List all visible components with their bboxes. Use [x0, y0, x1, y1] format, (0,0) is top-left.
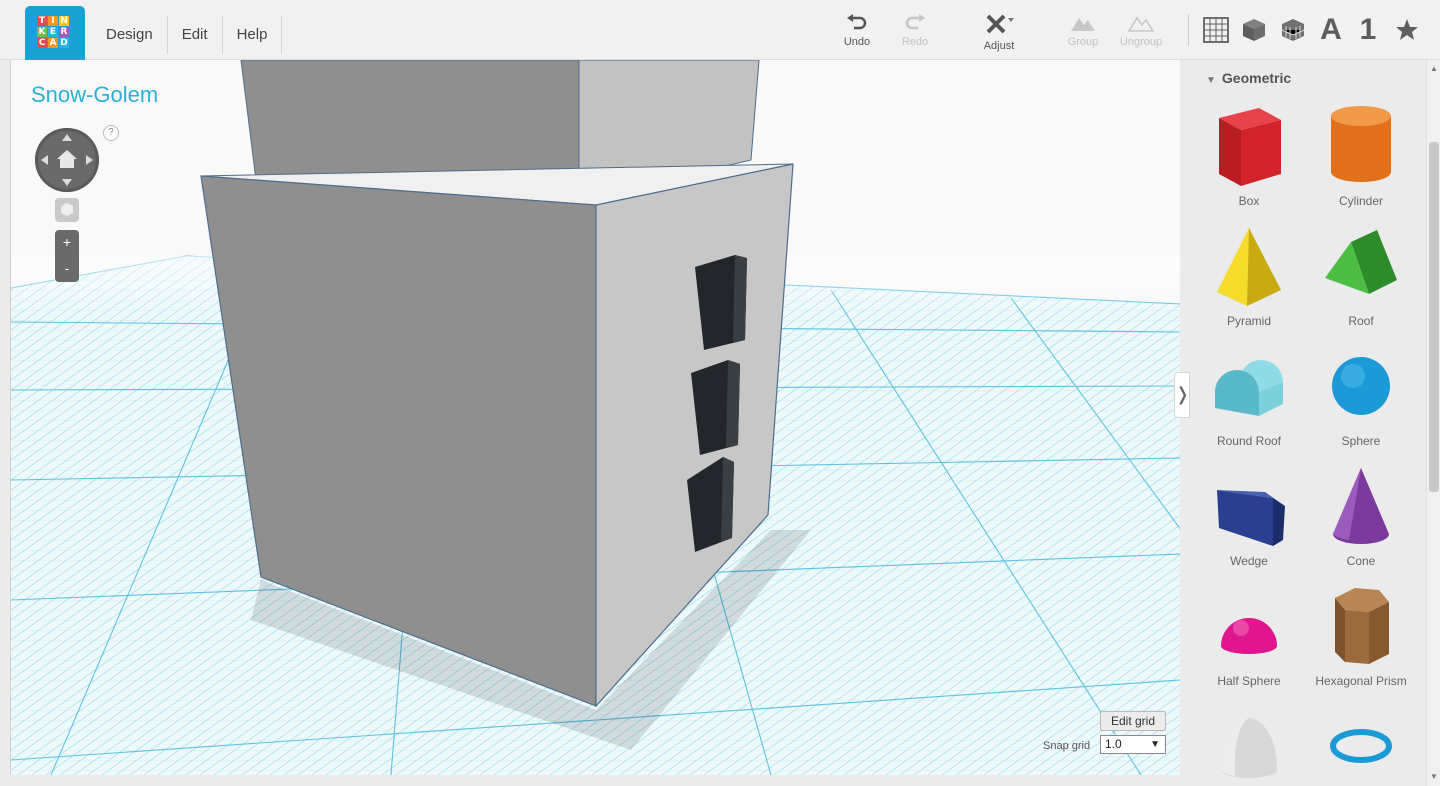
- hexagonal-prism-shape-icon: [1335, 588, 1389, 664]
- shape-label: Hexagonal Prism: [1315, 674, 1407, 688]
- undo-label: Undo: [843, 36, 871, 48]
- shapes-panel: ▼ Geometric Box Cylinder Pyramid Roof Ro…: [1190, 60, 1426, 786]
- paraboloid-shape-icon: [1221, 718, 1277, 778]
- shape-label: Sphere: [1341, 434, 1381, 448]
- star-icon[interactable]: [1392, 14, 1422, 46]
- ungroup-button[interactable]: Ungroup: [1111, 14, 1171, 48]
- letters-icon[interactable]: A: [1316, 13, 1346, 46]
- logo-letter: K: [37, 27, 47, 37]
- shape-label: Round Roof: [1216, 434, 1282, 448]
- shape-label: Cylinder: [1338, 194, 1383, 208]
- half-sphere-shape-icon: [1221, 618, 1277, 654]
- menu-design[interactable]: Design: [92, 16, 168, 54]
- shape-label: Cone: [1346, 554, 1376, 568]
- category-geometric[interactable]: ▼ Geometric: [1206, 70, 1291, 86]
- shape-label: Pyramid: [1226, 314, 1271, 328]
- panel-scrollbar[interactable]: ▲ ▼: [1426, 60, 1440, 786]
- logo-letter: A: [48, 38, 58, 48]
- cylinder-shape-icon: [1331, 106, 1391, 182]
- group-icon: [1071, 18, 1095, 31]
- adjust-icon: [986, 14, 1014, 34]
- group-label: Group: [1067, 36, 1099, 48]
- grid-icon[interactable]: [1201, 14, 1231, 46]
- ungroup-icon: [1127, 16, 1155, 32]
- zoom-control: + -: [55, 230, 79, 282]
- box-icon[interactable]: [1239, 14, 1269, 46]
- shape-pyramid[interactable]: Pyramid: [1194, 222, 1304, 332]
- zoom-out-button[interactable]: -: [55, 256, 79, 282]
- snap-grid-label: Snap grid: [1043, 740, 1091, 752]
- box-shape-icon: [1219, 108, 1281, 186]
- torus-shape-icon: [1330, 729, 1392, 763]
- shape-hexagonal-prism[interactable]: Hexagonal Prism: [1306, 582, 1416, 692]
- pyramid-shape-icon: [1217, 228, 1281, 306]
- adjust-button[interactable]: Adjust: [969, 14, 1029, 52]
- category-label: Geometric: [1221, 70, 1292, 86]
- cube-view-icon: [61, 203, 73, 216]
- shape-label: Half Sphere: [1217, 674, 1281, 688]
- scrollbar-thumb[interactable]: [1429, 142, 1439, 492]
- undo-button[interactable]: Undo: [827, 14, 887, 48]
- collapse-panel-button[interactable]: ❭: [1174, 372, 1190, 418]
- redo-icon: [905, 14, 925, 30]
- toolbar-divider: [1188, 14, 1189, 46]
- logo-letter: I: [48, 16, 58, 26]
- logo-letter: D: [59, 38, 69, 48]
- shape-cylinder[interactable]: Cylinder: [1306, 102, 1416, 212]
- ortho-view-button[interactable]: [55, 198, 79, 222]
- numbers-icon[interactable]: 1: [1353, 13, 1383, 46]
- sphere-shape-icon: [1332, 357, 1390, 415]
- help-button[interactable]: ?: [103, 125, 119, 141]
- logo-letter: R: [59, 27, 69, 37]
- home-icon[interactable]: [35, 128, 99, 192]
- logo-letter: C: [37, 38, 47, 48]
- scroll-up-icon[interactable]: ▲: [1429, 64, 1439, 74]
- snap-grid-value: 1.0: [1105, 737, 1122, 751]
- shape-wedge[interactable]: Wedge: [1194, 462, 1304, 572]
- snap-grid-select[interactable]: 1.0 ▼: [1100, 735, 1166, 754]
- shape-box[interactable]: Box: [1194, 102, 1304, 212]
- ungroup-label: Ungroup: [1119, 36, 1163, 48]
- top-toolbar: T I N K E R C A D Design Edit Help Undo …: [0, 0, 1440, 65]
- shape-paraboloid[interactable]: [1194, 702, 1304, 786]
- shape-roof[interactable]: Roof: [1306, 222, 1416, 332]
- shape-round-roof[interactable]: Round Roof: [1194, 342, 1304, 452]
- adjust-label: Adjust: [983, 40, 1015, 52]
- shape-cone[interactable]: Cone: [1306, 462, 1416, 572]
- round-roof-shape-icon: [1215, 360, 1283, 416]
- shape-label: Wedge: [1230, 554, 1268, 568]
- main-menu: Design Edit Help: [92, 16, 283, 54]
- shape-half-sphere[interactable]: Half Sphere: [1194, 582, 1304, 692]
- logo-letter: N: [59, 16, 69, 26]
- collapse-triangle-icon: ▼: [1206, 75, 1216, 86]
- logo-letter: T: [37, 16, 47, 26]
- redo-label: Redo: [901, 36, 929, 48]
- design-name[interactable]: Snow-Golem: [31, 82, 158, 108]
- roof-shape-icon: [1325, 230, 1397, 294]
- logo-letter: E: [48, 27, 58, 37]
- group-button[interactable]: Group: [1053, 14, 1113, 48]
- shape-label: Roof: [1348, 314, 1374, 328]
- tinkercad-logo[interactable]: T I N K E R C A D: [25, 6, 85, 65]
- undo-icon: [847, 14, 867, 30]
- shape-torus[interactable]: [1306, 702, 1416, 786]
- edit-grid-button[interactable]: Edit grid: [1100, 711, 1166, 731]
- cube-pattern-icon[interactable]: [1278, 14, 1308, 46]
- shape-label: Box: [1238, 194, 1260, 208]
- cone-shape-icon: [1333, 468, 1389, 544]
- redo-button[interactable]: Redo: [885, 14, 945, 48]
- chevron-down-icon: ▼: [1150, 739, 1160, 750]
- workplane-scene[interactable]: [11, 60, 1180, 775]
- scroll-down-icon[interactable]: ▼: [1429, 772, 1439, 782]
- wedge-shape-icon: [1217, 490, 1285, 546]
- view-navigator[interactable]: [35, 128, 99, 192]
- menu-edit[interactable]: Edit: [168, 16, 223, 54]
- zoom-in-button[interactable]: +: [55, 230, 79, 256]
- shape-sphere[interactable]: Sphere: [1306, 342, 1416, 452]
- workplane-viewport[interactable]: Snow-Golem ? + - Edit grid Snap grid 1.0…: [10, 60, 1180, 775]
- menu-help[interactable]: Help: [223, 16, 283, 54]
